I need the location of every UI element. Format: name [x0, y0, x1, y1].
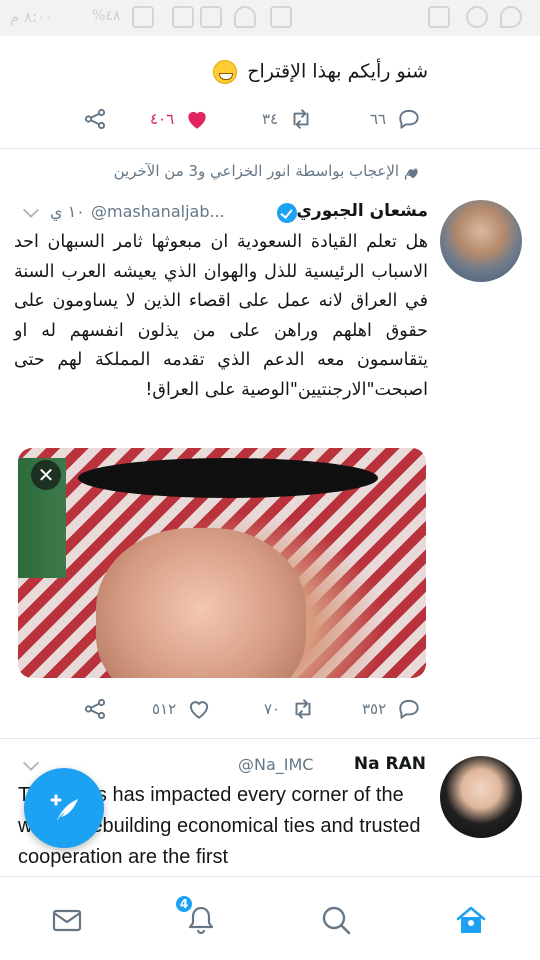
reply-count: ٣٥٢	[362, 700, 387, 718]
retweet-icon	[293, 109, 309, 129]
like-icon	[190, 701, 209, 719]
signal-2-icon	[172, 6, 194, 28]
retweet-button[interactable]: ٣٤	[262, 104, 314, 134]
like-button[interactable]: ٥١٢	[152, 694, 212, 724]
nav-messages[interactable]	[44, 897, 90, 943]
image-icon	[428, 6, 450, 28]
heart-notif-icon	[500, 6, 522, 28]
reply-icon	[399, 109, 419, 129]
tweet-actions: ٦٦ ٣٤ ٤٠٦	[0, 104, 540, 134]
retweet-count: ٧٠	[264, 700, 281, 718]
chat-icon	[466, 6, 488, 28]
face-image	[96, 528, 306, 678]
status-time: ٨:٠٠ م	[10, 8, 54, 26]
divider	[0, 148, 540, 149]
like-count: ٤٠٦	[150, 110, 175, 128]
nav-home[interactable]	[448, 897, 494, 943]
tweet-time: ١٠ ي	[50, 202, 85, 221]
retweet-button[interactable]: ٧٠	[264, 694, 316, 724]
search-icon	[322, 906, 351, 935]
nav-search[interactable]	[313, 897, 359, 943]
avatar[interactable]	[440, 756, 522, 838]
signal-icon	[132, 6, 154, 28]
share-button[interactable]	[82, 694, 108, 724]
compose-tweet-button[interactable]	[24, 768, 104, 848]
status-bar: ٨:٠٠ م %٤٨	[0, 0, 540, 36]
liked-by-text[interactable]: تم الإعجاب بواسطة انور الخزاعي و3 من الآ…	[114, 162, 418, 180]
sim-icon	[200, 6, 222, 28]
reply-count: ٦٦	[370, 110, 387, 128]
bottom-nav	[0, 876, 540, 960]
compose-icon	[50, 794, 78, 821]
author-handle[interactable]: @mashanaljab...	[91, 202, 225, 221]
tweet-text: هل تعلم القيادة السعودية ان مبعوثها ثامر…	[14, 232, 428, 400]
battery-percent: %٤٨	[92, 8, 121, 24]
divider	[0, 738, 540, 739]
reply-icon	[399, 699, 419, 719]
tweet-media[interactable]: ✕	[18, 448, 426, 678]
share-button[interactable]	[82, 104, 108, 134]
like-count: ٥١٢	[152, 700, 177, 718]
chevron-down-icon[interactable]	[20, 204, 42, 222]
reply-button[interactable]: ٣٥٢	[362, 694, 422, 724]
tweet-actions: ٣٥٢ ٧٠ ٥١٢	[0, 694, 540, 724]
cast-icon	[270, 6, 292, 28]
retweet-count: ٣٤	[262, 110, 279, 128]
avatar[interactable]	[440, 200, 522, 282]
chevron-down-icon[interactable]	[20, 757, 42, 775]
author-handle[interactable]: @Na_IMC	[238, 755, 313, 774]
author-name[interactable]: Na RAN	[354, 754, 426, 774]
close-icon[interactable]: ✕	[31, 460, 61, 490]
author-name[interactable]: مشعان الجبوري	[296, 201, 428, 221]
messages-icon	[52, 909, 82, 932]
reply-button[interactable]: ٦٦	[370, 104, 422, 134]
share-icon	[84, 698, 106, 720]
share-icon	[84, 108, 106, 130]
tweet-text: شنو رأيكم بهذا الإقتراح	[213, 60, 428, 84]
wifi-icon	[234, 6, 256, 28]
tweet-text-content: شنو رأيكم بهذا الإقتراح	[247, 60, 428, 83]
igal-band	[78, 458, 378, 498]
like-button[interactable]: ٤٠٦	[150, 104, 210, 134]
verified-badge-icon	[277, 203, 297, 223]
grinning-emoji-icon	[213, 60, 238, 84]
like-icon	[188, 111, 206, 129]
notifications-badge: 4	[174, 894, 194, 914]
home-icon	[456, 906, 486, 933]
retweet-icon	[295, 699, 311, 719]
